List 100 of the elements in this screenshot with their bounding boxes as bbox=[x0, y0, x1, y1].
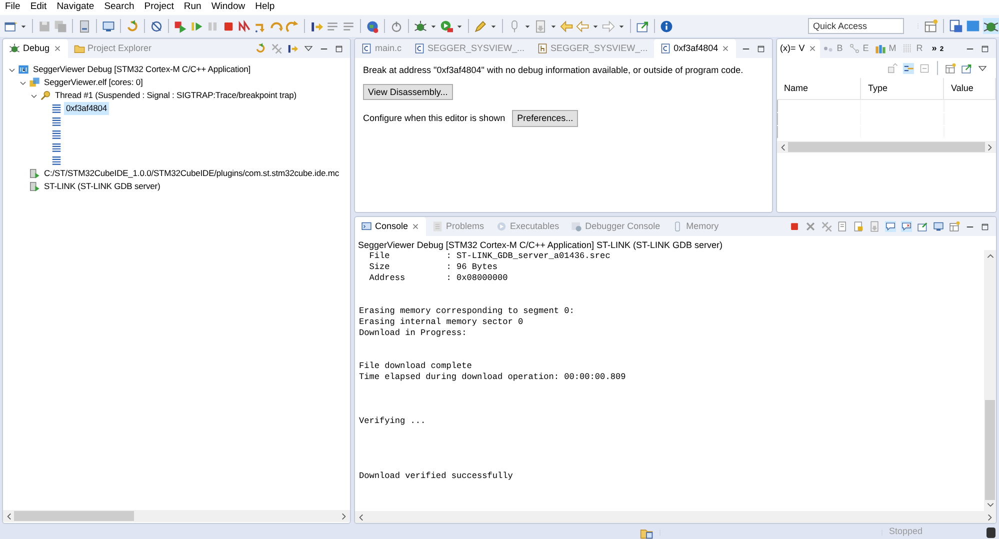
menu-item[interactable]: Help bbox=[255, 0, 275, 15]
server-icon[interactable] bbox=[78, 20, 91, 32]
console-line: Erasing memory corresponding to segment 0: bbox=[359, 306, 576, 317]
menu-item[interactable]: Search bbox=[104, 0, 134, 15]
tab-label: Problems bbox=[446, 220, 484, 233]
stop-icon[interactable] bbox=[222, 20, 235, 32]
column-header[interactable]: Name bbox=[777, 78, 861, 99]
show-error-icon[interactable] bbox=[901, 221, 912, 232]
tab[interactable]: Debug bbox=[3, 39, 68, 58]
tab-label: SEGGER_SYSVIEW_... bbox=[428, 42, 525, 55]
clear-console-icon[interactable] bbox=[837, 221, 848, 232]
caret-icon[interactable] bbox=[490, 22, 497, 30]
view-menu-icon[interactable] bbox=[303, 43, 314, 54]
horizontal-scrollbar[interactable] bbox=[3, 510, 350, 522]
expand-caret-icon[interactable] bbox=[18, 78, 26, 86]
caret-icon[interactable] bbox=[524, 22, 531, 30]
vertical-scrollbar[interactable] bbox=[984, 250, 996, 511]
caret-icon[interactable] bbox=[456, 22, 463, 30]
tab[interactable]: (x)= V bbox=[777, 39, 820, 58]
linked-icon[interactable] bbox=[903, 62, 914, 74]
caret-icon[interactable] bbox=[550, 22, 557, 30]
circular-arrow-icon[interactable] bbox=[126, 20, 139, 32]
tree-item[interactable]: SeggerViewer Debug [STM32 Cortex-M C/C++ Application] bbox=[31, 63, 253, 76]
stop-icon[interactable] bbox=[789, 221, 800, 232]
horizontal-scrollbar[interactable] bbox=[777, 141, 996, 153]
console-line: Address : 0x08000000 bbox=[368, 273, 509, 284]
tree-item[interactable]: SeggerViewer.elf [cores: 0] bbox=[42, 76, 145, 89]
show-output-icon[interactable] bbox=[885, 221, 896, 232]
display-console-icon[interactable] bbox=[933, 221, 944, 232]
bug-icon[interactable] bbox=[983, 18, 999, 34]
perspective-icon[interactable] bbox=[949, 19, 963, 33]
new-window-icon[interactable] bbox=[4, 20, 17, 32]
tree-item[interactable]: ST-LINK (ST-LINK GDB server) bbox=[42, 180, 162, 193]
pencil-icon[interactable] bbox=[474, 20, 487, 32]
horizontal-scrollbar[interactable] bbox=[355, 511, 996, 523]
maximize-icon[interactable] bbox=[980, 44, 990, 54]
expand-caret-icon[interactable] bbox=[30, 92, 38, 100]
open-perspective-icon[interactable] bbox=[924, 19, 938, 33]
play-icon[interactable] bbox=[440, 20, 453, 32]
close-icon[interactable] bbox=[721, 44, 730, 53]
close-icon[interactable] bbox=[52, 44, 62, 53]
menu-item[interactable]: File bbox=[5, 0, 20, 15]
play-icon[interactable] bbox=[174, 20, 187, 32]
pin-icon[interactable] bbox=[917, 221, 928, 232]
maximize-icon[interactable] bbox=[980, 222, 990, 232]
caret-icon[interactable] bbox=[618, 22, 625, 30]
tree-item[interactable]: C:/ST/STM32CubeIDE_1.0.0/STM32CubeIDE/plugins/com.st.stm32cube.ide.mc bbox=[42, 167, 341, 180]
export-icon[interactable] bbox=[961, 62, 972, 74]
column-header[interactable]: Type bbox=[861, 78, 944, 99]
slashed-circle-icon[interactable] bbox=[150, 20, 163, 32]
expand-caret-icon[interactable] bbox=[8, 66, 16, 74]
monitor-icon[interactable] bbox=[102, 20, 115, 32]
new-window-icon[interactable] bbox=[945, 62, 956, 74]
tab-label: V bbox=[798, 42, 805, 55]
play-icon bbox=[496, 221, 508, 232]
menu-item[interactable]: Window bbox=[211, 0, 246, 15]
caret-icon[interactable] bbox=[430, 22, 437, 30]
tab[interactable]: 0xf3af4804 bbox=[654, 39, 736, 58]
close-icon[interactable] bbox=[808, 44, 817, 53]
view-disassembly-button[interactable]: View Disassembly... bbox=[363, 84, 453, 100]
caret-icon[interactable] bbox=[592, 22, 599, 30]
globe-icon[interactable] bbox=[366, 20, 379, 32]
quick-access-field[interactable]: Quick Access bbox=[808, 18, 904, 34]
arrow-icon[interactable] bbox=[310, 20, 323, 32]
menu-item[interactable]: Run bbox=[184, 0, 202, 15]
arrow-icon[interactable] bbox=[287, 43, 298, 54]
menu-item[interactable]: Project bbox=[144, 0, 174, 15]
tree-item[interactable]: 0xf3af4804 bbox=[64, 102, 110, 115]
bug-icon[interactable] bbox=[414, 20, 427, 32]
problems-icon bbox=[432, 221, 444, 232]
resume-icon[interactable] bbox=[190, 20, 203, 32]
tab-label: R bbox=[916, 42, 923, 55]
scrollbar-thumb[interactable] bbox=[788, 142, 985, 152]
console-line: Erasing internal memory sector 0 bbox=[359, 317, 524, 328]
h-file-icon bbox=[536, 43, 548, 54]
perspective-icon[interactable] bbox=[966, 19, 980, 33]
tab-label: main.c bbox=[375, 42, 402, 55]
tab[interactable]: Console bbox=[355, 217, 426, 236]
close-icon[interactable] bbox=[411, 222, 420, 231]
open-console-icon[interactable] bbox=[949, 221, 960, 232]
caret-icon[interactable] bbox=[20, 22, 27, 30]
preferences-button[interactable]: Preferences... bbox=[512, 110, 578, 128]
tab-label: Console bbox=[375, 220, 408, 233]
scrollbar-thumb[interactable] bbox=[985, 400, 995, 500]
menu-item[interactable]: Edit bbox=[30, 0, 47, 15]
maximize-icon[interactable] bbox=[756, 44, 766, 54]
menu-item[interactable]: Navigate bbox=[56, 0, 94, 15]
power-icon[interactable] bbox=[390, 20, 403, 32]
lines-icon[interactable] bbox=[342, 20, 355, 32]
maximize-icon[interactable] bbox=[334, 44, 344, 54]
column-header[interactable]: Value bbox=[944, 78, 996, 99]
tree-item[interactable]: Thread #1 (Suspended : Signal : SIGTRAP:Trace/breakpoint trap) bbox=[53, 89, 299, 102]
info-icon[interactable] bbox=[660, 20, 673, 32]
export-icon[interactable] bbox=[636, 20, 649, 32]
remove-icon[interactable] bbox=[805, 221, 816, 232]
circular-arrow-icon[interactable] bbox=[255, 43, 266, 54]
scrollbar-thumb[interactable] bbox=[14, 511, 134, 521]
console-header: SeggerViewer Debug [STM32 Cortex-M C/C++ Application] ST-LINK (ST-LINK GDB server) bbox=[357, 239, 724, 250]
more-tabs[interactable]: »$_{2}$ bbox=[926, 39, 950, 58]
disconnect-icon[interactable] bbox=[238, 20, 251, 32]
